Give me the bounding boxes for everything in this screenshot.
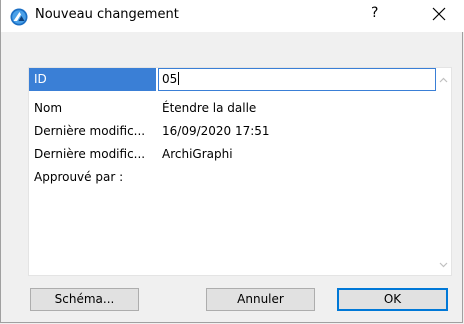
close-icon[interactable]: [432, 7, 446, 21]
property-row-last-modified-by[interactable]: Dernière modific... ArchiGraphi: [29, 143, 436, 166]
dialog-window: Nouveau changement ? ID 05 Nom Étendre l…: [0, 0, 464, 323]
archicad-logo-icon: [10, 8, 28, 26]
property-row-last-modified-date[interactable]: Dernière modific... 16/09/2020 17:51: [29, 120, 436, 143]
property-row-id[interactable]: ID 05: [29, 68, 436, 91]
property-key: Nom: [34, 101, 63, 115]
text-caret: [178, 72, 180, 85]
property-key: Dernière modific...: [34, 124, 146, 138]
property-key: Approuvé par :: [34, 170, 124, 184]
property-key: ID: [34, 72, 47, 86]
ok-button[interactable]: OK: [337, 288, 448, 311]
id-input[interactable]: 05: [158, 68, 436, 91]
help-button[interactable]: ?: [371, 5, 378, 21]
property-value[interactable]: Étendre la dalle: [162, 101, 256, 115]
property-row-approved-by[interactable]: Approuvé par :: [29, 166, 436, 189]
vertical-scrollbar[interactable]: [436, 68, 451, 275]
property-key: Dernière modific...: [34, 147, 146, 161]
property-value[interactable]: 16/09/2020 17:51: [162, 124, 270, 138]
schema-button[interactable]: Schéma...: [30, 288, 139, 311]
property-row-name[interactable]: Nom Étendre la dalle: [29, 97, 436, 120]
window-title: Nouveau changement: [35, 7, 179, 22]
chevron-up-icon[interactable]: [439, 74, 448, 83]
properties-list: ID 05 Nom Étendre la dalle Dernière modi…: [28, 67, 452, 276]
property-value[interactable]: 05: [162, 72, 180, 86]
chevron-down-icon[interactable]: [439, 258, 448, 268]
title-bar[interactable]: Nouveau changement ?: [1, 0, 464, 32]
cancel-button[interactable]: Annuler: [206, 288, 315, 311]
property-value[interactable]: ArchiGraphi: [162, 147, 233, 161]
